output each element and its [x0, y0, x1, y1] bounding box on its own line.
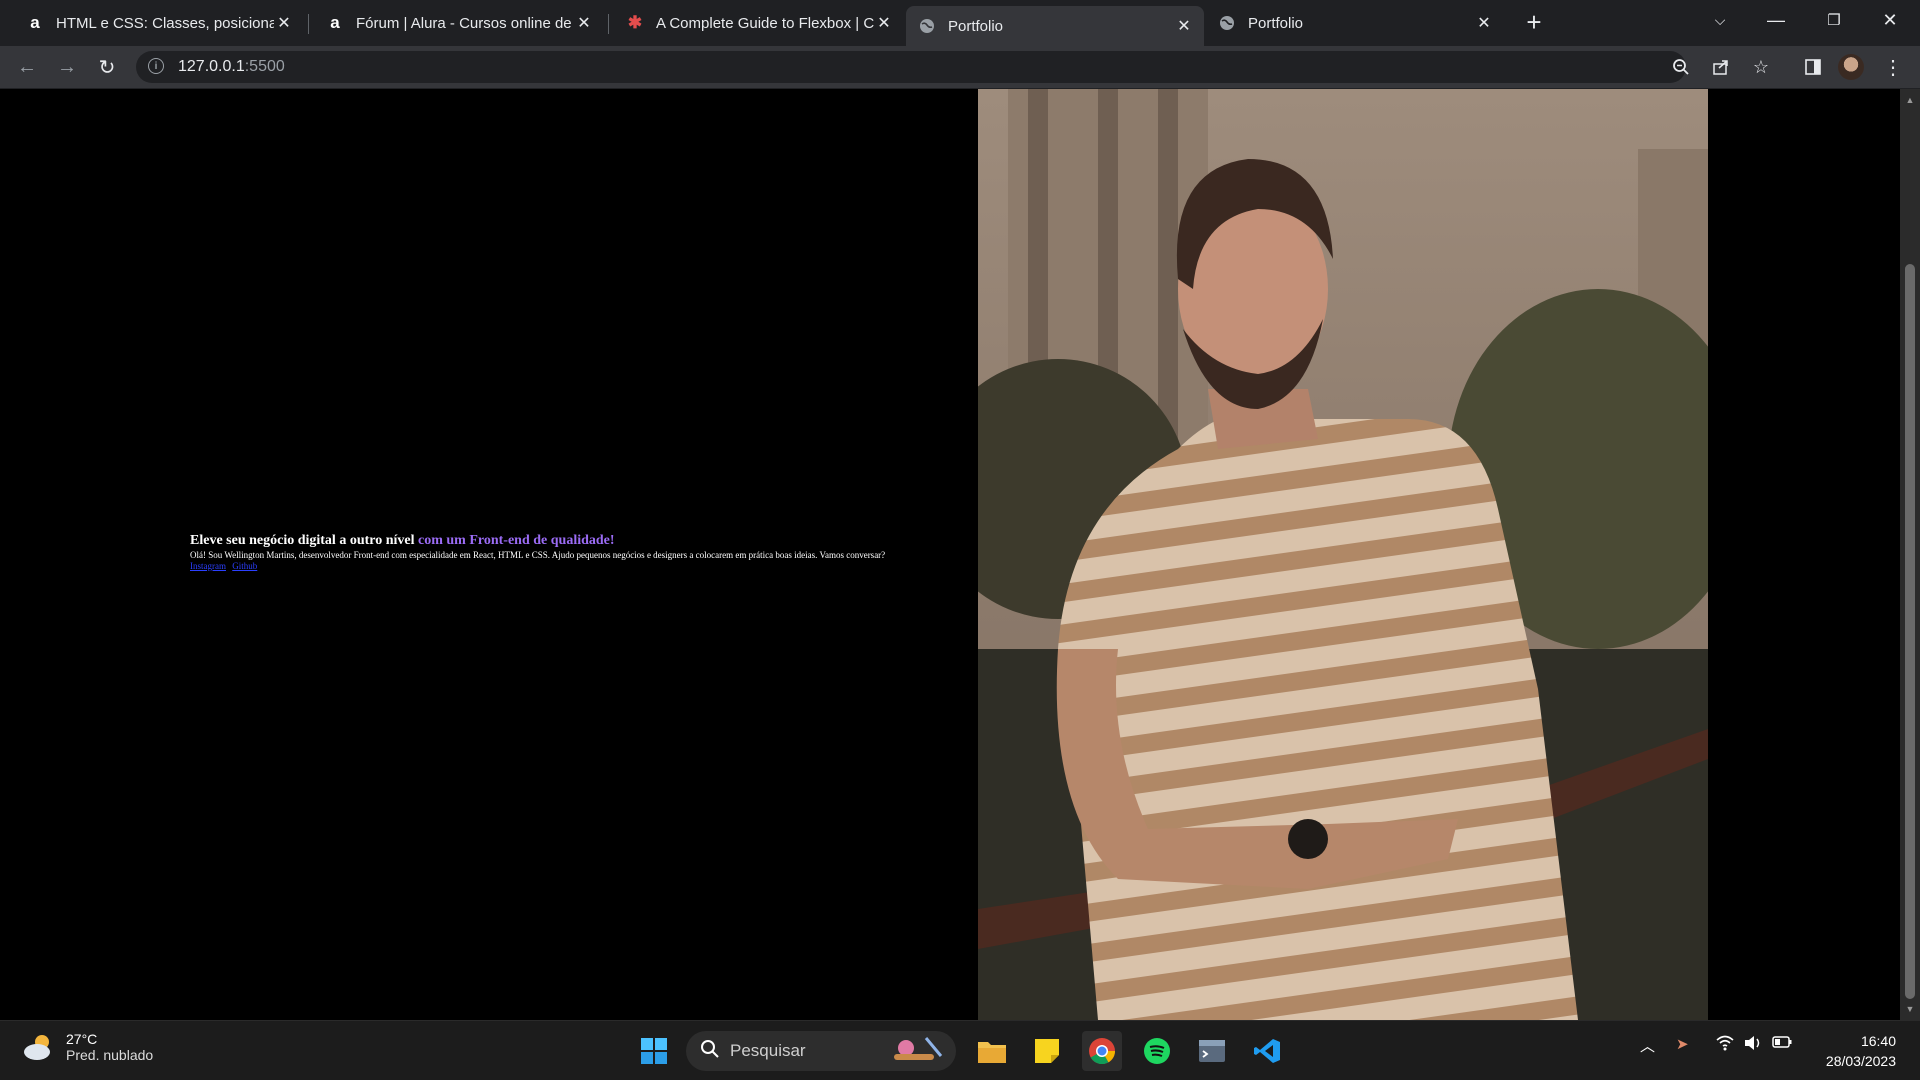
system-clock[interactable]: 16:40 28/03/2023 [1826, 1031, 1896, 1071]
start-button[interactable] [634, 1031, 674, 1071]
page-viewport: Eleve seu negócio digital a outro nível … [0, 89, 1900, 1020]
windows-taskbar: 27°C Pred. nublado Pesquisar ︿ ➤ 16:40 2… [0, 1020, 1920, 1080]
close-icon[interactable]: ✕ [1474, 13, 1494, 33]
scroll-thumb[interactable] [1905, 264, 1915, 999]
windows-logo-icon [641, 1038, 667, 1064]
cloud-sun-icon [24, 1035, 50, 1060]
side-panel-icon[interactable] [1800, 54, 1826, 80]
location-icon[interactable]: ➤ [1676, 1035, 1689, 1053]
volume-icon[interactable] [1744, 1035, 1762, 1055]
restore-button[interactable]: ❐ [1806, 0, 1862, 40]
alura-icon: a [30, 13, 40, 32]
scroll-down-arrow-icon[interactable]: ▼ [1904, 1004, 1916, 1014]
tab-title: Portfolio [1248, 14, 1304, 32]
url-text: 127.0.0.1:5500 [178, 58, 285, 75]
tab-portfolio[interactable]: Portfolio ✕ [1206, 6, 1504, 40]
taskbar-search[interactable]: Pesquisar [686, 1031, 956, 1071]
hero-title-accent: com um Front-end de qualidade! [418, 533, 615, 548]
github-link[interactable]: Github [232, 561, 257, 571]
tab-title: Fórum | Alura - Cursos online de [356, 14, 572, 32]
new-tab-button[interactable]: + [1520, 7, 1548, 37]
weather-condition: Pred. nublado [66, 1047, 154, 1063]
chrome-icon[interactable] [1082, 1031, 1122, 1071]
hero-title: Eleve seu negócio digital a outro nível … [190, 533, 615, 548]
site-info-icon[interactable]: i [148, 58, 164, 74]
close-icon[interactable]: ✕ [574, 13, 594, 33]
tab-portfolio-active[interactable]: Portfolio ✕ [906, 6, 1204, 46]
address-bar[interactable]: i 127.0.0.1:5500 [136, 51, 1686, 83]
forward-button[interactable]: → [52, 52, 82, 82]
wifi-icon[interactable] [1716, 1035, 1734, 1055]
scroll-up-arrow-icon[interactable]: ▲ [1904, 95, 1916, 105]
tab-separator [308, 14, 309, 34]
tab-separator [608, 14, 609, 34]
battery-icon[interactable] [1772, 1035, 1792, 1053]
weather-widget[interactable]: 27°C Pred. nublado [22, 1031, 153, 1063]
tab-title: A Complete Guide to Flexbox | C [656, 14, 874, 32]
search-icon [700, 1039, 720, 1064]
hero-subtitle: Olá! Sou Wellington Martins, desenvolved… [190, 550, 886, 560]
clock-time: 16:40 [1860, 1033, 1896, 1049]
reload-button[interactable]: ↻ [92, 52, 122, 82]
back-button[interactable]: ← [12, 52, 42, 82]
search-placeholder: Pesquisar [730, 1041, 806, 1060]
zoom-icon[interactable] [1668, 54, 1694, 80]
page-scrollbar[interactable]: ▲ ▼ [1900, 89, 1920, 1020]
tab-html-css[interactable]: a HTML e CSS: Classes, posicionam ✕ [14, 6, 304, 40]
windows-terminal-icon[interactable] [1192, 1031, 1232, 1071]
sticky-notes-icon[interactable] [1027, 1031, 1067, 1071]
share-icon[interactable] [1708, 54, 1734, 80]
spotify-icon[interactable] [1137, 1031, 1177, 1071]
tab-search-chevron-icon[interactable]: ⌵ [1692, 0, 1748, 40]
bookmark-star-icon[interactable]: ☆ [1748, 54, 1774, 80]
close-icon[interactable]: ✕ [874, 13, 894, 33]
tab-title: HTML e CSS: Classes, posicionam [56, 14, 274, 32]
profile-avatar[interactable] [1838, 54, 1864, 80]
tab-flexbox-guide[interactable]: ✱ A Complete Guide to Flexbox | C ✕ [614, 6, 904, 40]
profile-photo [978, 89, 1708, 1020]
tab-strip: a HTML e CSS: Classes, posicionam ✕ a Fó… [0, 0, 1920, 46]
css-tricks-icon: ✱ [627, 13, 643, 32]
vscode-icon[interactable] [1247, 1031, 1287, 1071]
close-window-button[interactable]: ✕ [1862, 0, 1918, 40]
search-highlight-icon [886, 1034, 946, 1069]
alura-icon: a [330, 13, 340, 32]
close-icon[interactable]: ✕ [1174, 16, 1194, 36]
instagram-link[interactable]: Instagram [190, 561, 226, 571]
tab-forum-alura[interactable]: a Fórum | Alura - Cursos online de ✕ [314, 6, 604, 40]
menu-kebab-icon[interactable]: ⋮ [1880, 54, 1906, 80]
globe-icon [918, 17, 936, 35]
tab-title: Portfolio [948, 17, 1004, 35]
weather-temp: 27°C [66, 1031, 98, 1047]
social-links: Instagram Github [190, 561, 885, 572]
file-explorer-icon[interactable] [972, 1031, 1012, 1071]
clock-date: 28/03/2023 [1825, 1053, 1896, 1069]
globe-icon [1218, 14, 1236, 32]
browser-toolbar: ← → ↻ i 127.0.0.1:5500 ☆ ⋮ [0, 46, 1920, 89]
hero-section: Eleve seu negócio digital a outro nível … [190, 533, 885, 572]
minimize-button[interactable]: — [1748, 0, 1804, 40]
show-hidden-icons-chevron-icon[interactable]: ︿ [1640, 1035, 1655, 1056]
close-icon[interactable]: ✕ [274, 13, 294, 33]
